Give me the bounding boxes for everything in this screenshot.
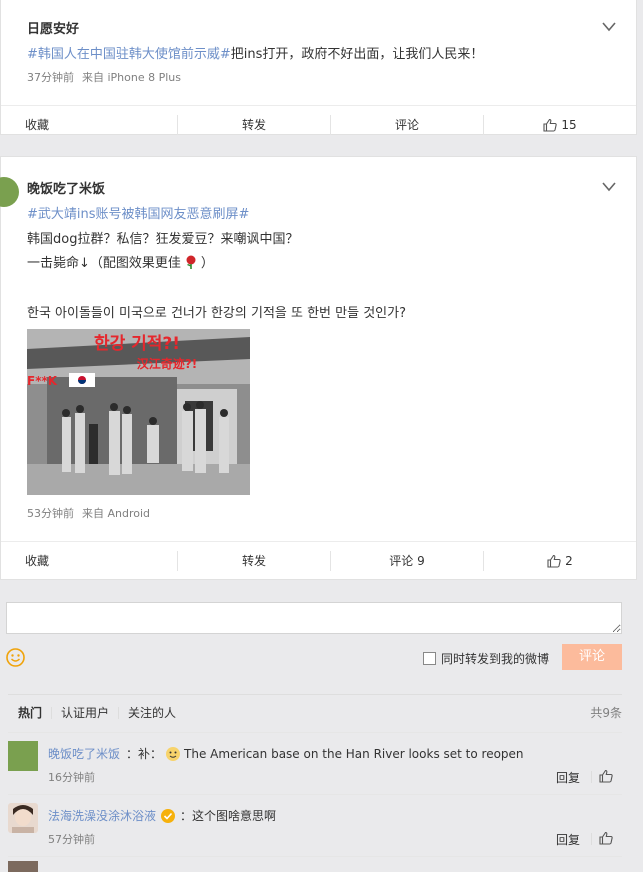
- thumbs-up-icon: [543, 118, 558, 132]
- avatar[interactable]: [8, 741, 38, 771]
- comment-total: 共9条: [590, 706, 622, 720]
- favorite-label: 收藏: [25, 554, 50, 568]
- hashtag-link[interactable]: #武大靖ins账号被韩国网友恶意刷屏#: [27, 203, 249, 222]
- comment-body: ：补：: [126, 747, 163, 761]
- avatar[interactable]: [0, 177, 19, 207]
- comment-button[interactable]: 评论: [330, 114, 483, 135]
- post-meta: 37分钟前 来自 iPhone 8 Plus: [27, 69, 181, 85]
- repost-button[interactable]: 转发: [177, 114, 330, 135]
- chevron-down-icon[interactable]: [602, 22, 616, 32]
- submit-comment-button[interactable]: 评论: [562, 644, 622, 670]
- like-button[interactable]: 15: [483, 114, 636, 135]
- post-author[interactable]: 晚饭吃了米饭: [27, 178, 105, 197]
- comment-tabs: 热门 认证用户 关注的人 共9条: [8, 694, 622, 730]
- favorite-button[interactable]: 收藏: [1, 551, 177, 571]
- sticker-icon: [166, 746, 181, 761]
- divider: [591, 771, 592, 783]
- thumbs-up-icon[interactable]: [599, 831, 613, 845]
- divider: [591, 833, 592, 845]
- comment-item: 法海洗澡没涂沐浴液 ：这个图啥意思啊 57分钟前 回复: [8, 794, 622, 856]
- comment-body-translation: The American base on the Han River looks…: [184, 746, 524, 761]
- comment-text: 法海洗澡没涂沐浴液 ：这个图啥意思啊: [48, 807, 276, 824]
- avatar[interactable]: [8, 861, 38, 872]
- comment-time: 16分钟前: [48, 771, 95, 784]
- repost-button[interactable]: 转发: [177, 550, 330, 571]
- comment-body: ：这个图啥意思啊: [180, 809, 277, 823]
- comment-button[interactable]: 评论 9: [330, 550, 483, 571]
- post-source: 来自 iPhone 8 Plus: [82, 71, 182, 84]
- like-button[interactable]: 2: [483, 550, 636, 571]
- post-time[interactable]: 37分钟前: [27, 71, 74, 84]
- post-image[interactable]: 한강 기적?! 汉江奇迹?! F**K: [27, 329, 250, 495]
- repost-sync-label: 同时转发到我的微博: [441, 652, 550, 666]
- favorite-button[interactable]: 收藏: [1, 115, 177, 135]
- post-body-text: ）: [200, 256, 214, 271]
- thumbs-up-icon: [547, 554, 561, 568]
- repost-label: 转发: [241, 118, 266, 132]
- hashtag-link[interactable]: #韩国人在中国驻韩大使馆前示威#: [27, 47, 231, 62]
- comment-item: 晚饭吃了米饭 ：补： The American base on the Han …: [8, 732, 622, 794]
- like-count: 2: [565, 553, 573, 568]
- thumbs-up-icon[interactable]: [599, 769, 613, 783]
- post-source: 来自 Android: [82, 507, 151, 520]
- tab-hot[interactable]: 热门: [8, 707, 51, 719]
- repost-sync-toggle[interactable]: 同时转发到我的微博: [423, 650, 549, 667]
- emoji-icon[interactable]: [6, 648, 25, 667]
- chevron-down-icon[interactable]: [602, 182, 616, 192]
- hashtag-text: #武大靖ins账号被韩国网友恶意刷屏#: [27, 207, 250, 222]
- comment-user[interactable]: 法海洗澡没涂沐浴液: [48, 807, 156, 824]
- favorite-label: 收藏: [25, 118, 50, 132]
- action-bar: 收藏 转发 评论 15: [1, 105, 636, 143]
- avatar[interactable]: [8, 803, 38, 833]
- comment-label: 评论: [394, 118, 419, 132]
- comment-section: 同时转发到我的微博 评论 热门 认证用户 关注的人 共9条 晚饭吃了米饭 ：补：…: [0, 588, 637, 872]
- tab-following[interactable]: 关注的人: [118, 706, 185, 719]
- comment-label: 评论 9: [389, 554, 425, 568]
- post-text: #韩国人在中国驻韩大使馆前示威#把ins打开，政府不好出面，让我们人民来！: [27, 43, 483, 62]
- image-side-text: F**K: [27, 374, 58, 388]
- comment-item: [8, 856, 622, 872]
- like-count: 15: [561, 117, 577, 132]
- weibo-post-card: 晚饭吃了米饭 #武大靖ins账号被韩国网友恶意刷屏# 韩国dog拉群？私信？狂发…: [0, 156, 637, 580]
- reply-button[interactable]: 回复: [556, 831, 580, 848]
- post-meta: 53分钟前 来自 Android: [27, 505, 150, 521]
- reply-button[interactable]: 回复: [556, 769, 580, 786]
- comment-text: 晚饭吃了米饭 ：补： The American base on the Han …: [48, 745, 524, 762]
- action-bar: 收藏 转发 评论 9 2: [1, 541, 636, 579]
- post-author[interactable]: 日愿安好: [27, 18, 79, 37]
- repost-label: 转发: [241, 554, 266, 568]
- post-body-line: 一击毙命↓（配图效果更佳 ）: [27, 252, 214, 271]
- comment-user[interactable]: 晚饭吃了米饭: [48, 745, 120, 762]
- image-title: 한강 기적?!: [94, 334, 180, 354]
- post-body-text: 一击毙命↓（配图效果更佳: [27, 256, 181, 271]
- image-subtitle: 汉江奇迹?!: [137, 356, 197, 371]
- tab-verified[interactable]: 认证用户: [51, 706, 118, 719]
- post-body-line: 韩国dog拉群？私信？狂发爱豆？来嘲讽中国？: [27, 232, 299, 247]
- post-body-korean: 한국 아이돌들이 미국으로 건너가 한강의 기적을 또 한번 만들 것인가?: [27, 306, 406, 321]
- repost-sync-checkbox[interactable]: [423, 652, 436, 665]
- comment-input[interactable]: [6, 602, 622, 634]
- verified-badge-icon: [161, 808, 176, 823]
- weibo-post-card: 日愿安好 #韩国人在中国驻韩大使馆前示威#把ins打开，政府不好出面，让我们人民…: [0, 0, 637, 135]
- historic-photo: 한강 기적?! 汉江奇迹?! F**K: [27, 329, 250, 495]
- rose-icon: [186, 255, 196, 269]
- post-body: 把ins打开，政府不好出面，让我们人民来！: [230, 47, 484, 62]
- post-time[interactable]: 53分钟前: [27, 507, 74, 520]
- comment-time: 57分钟前: [48, 833, 95, 846]
